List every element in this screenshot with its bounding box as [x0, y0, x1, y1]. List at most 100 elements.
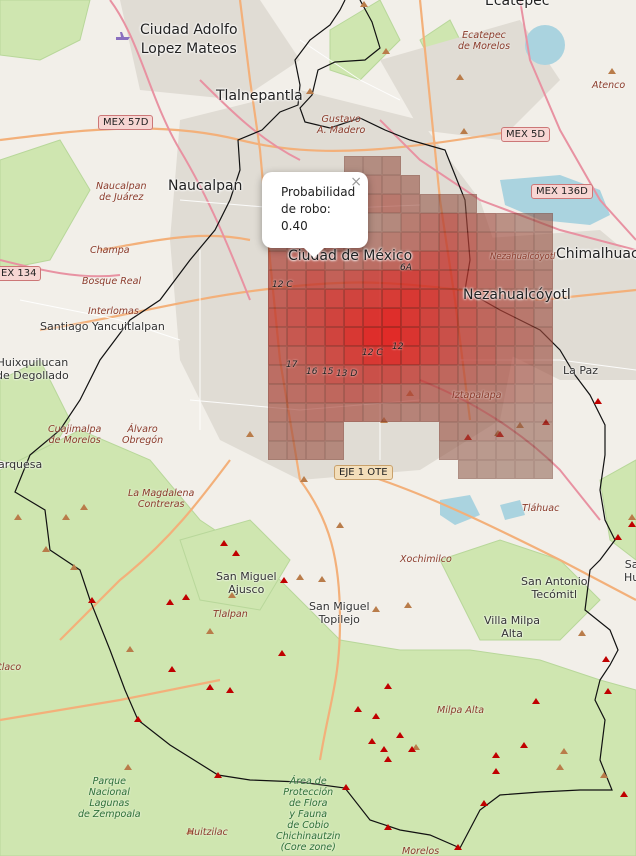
heatmap-cell[interactable]	[287, 289, 306, 308]
heatmap-cell[interactable]	[363, 270, 382, 289]
heatmap-cell[interactable]	[344, 308, 363, 327]
map-container[interactable]: Ecatepec Ciudad Adolfo Lopez Mateos Tlal…	[0, 0, 636, 856]
heatmap-cell[interactable]	[458, 460, 477, 479]
heatmap-cell[interactable]	[325, 308, 344, 327]
heatmap-cell[interactable]	[268, 270, 287, 289]
heatmap-cell[interactable]	[477, 441, 496, 460]
heatmap-cell[interactable]	[268, 403, 287, 422]
heatmap-cell[interactable]	[382, 175, 401, 194]
heatmap-cell[interactable]	[439, 232, 458, 251]
heatmap-cell[interactable]	[344, 289, 363, 308]
heatmap-cell[interactable]	[458, 289, 477, 308]
heatmap-cell[interactable]	[382, 365, 401, 384]
heatmap-cell[interactable]	[439, 403, 458, 422]
heatmap-cell[interactable]	[534, 422, 553, 441]
heatmap-cell[interactable]	[534, 327, 553, 346]
heatmap-cell[interactable]	[458, 251, 477, 270]
heatmap-cell[interactable]	[534, 460, 553, 479]
heatmap-cell[interactable]	[420, 346, 439, 365]
heatmap-cell[interactable]	[287, 270, 306, 289]
heatmap-cell[interactable]	[458, 365, 477, 384]
heatmap-cell[interactable]	[287, 403, 306, 422]
heatmap-cell[interactable]	[306, 308, 325, 327]
heatmap-cell[interactable]	[496, 213, 515, 232]
heatmap-cell[interactable]	[325, 270, 344, 289]
heatmap-cell[interactable]	[477, 403, 496, 422]
heatmap-cell[interactable]	[344, 270, 363, 289]
heatmap-cell[interactable]	[496, 327, 515, 346]
heatmap-cell[interactable]	[401, 308, 420, 327]
heatmap-cell[interactable]	[515, 441, 534, 460]
heatmap-cell[interactable]	[458, 384, 477, 403]
heatmap-cell[interactable]	[344, 251, 363, 270]
heatmap-cell[interactable]	[401, 384, 420, 403]
heatmap-cell[interactable]	[515, 346, 534, 365]
heatmap-cell[interactable]	[382, 327, 401, 346]
heatmap-cell[interactable]	[382, 232, 401, 251]
heatmap-cell[interactable]	[534, 232, 553, 251]
heatmap-cell[interactable]	[401, 270, 420, 289]
heatmap-cell[interactable]	[306, 365, 325, 384]
heatmap-cell[interactable]	[477, 365, 496, 384]
heatmap-cell[interactable]	[515, 289, 534, 308]
heatmap-cell[interactable]	[515, 213, 534, 232]
heatmap-cell[interactable]	[439, 213, 458, 232]
heatmap-cell[interactable]	[401, 251, 420, 270]
heatmap-cell[interactable]	[496, 270, 515, 289]
heatmap-cell[interactable]	[458, 270, 477, 289]
heatmap-cell[interactable]	[439, 441, 458, 460]
heatmap-cell[interactable]	[287, 365, 306, 384]
heatmap-cell[interactable]	[534, 308, 553, 327]
heatmap-cell[interactable]	[439, 327, 458, 346]
heatmap-cell[interactable]	[458, 403, 477, 422]
heatmap-cell[interactable]	[420, 194, 439, 213]
heatmap-cell[interactable]	[515, 384, 534, 403]
heatmap-cell[interactable]	[534, 365, 553, 384]
heatmap-cell[interactable]	[268, 384, 287, 403]
heatmap-cell[interactable]	[477, 346, 496, 365]
heatmap-cell[interactable]	[534, 251, 553, 270]
heatmap-cell[interactable]	[458, 346, 477, 365]
heatmap-cell[interactable]	[363, 365, 382, 384]
heatmap-cell[interactable]	[401, 346, 420, 365]
heatmap-cell[interactable]	[401, 232, 420, 251]
heatmap-cell[interactable]	[515, 422, 534, 441]
heatmap-cell[interactable]	[458, 441, 477, 460]
heatmap-cell[interactable]	[534, 289, 553, 308]
heatmap-cell[interactable]	[420, 384, 439, 403]
heatmap-cell[interactable]	[344, 384, 363, 403]
heatmap-cell[interactable]	[382, 194, 401, 213]
heatmap-cell[interactable]	[477, 384, 496, 403]
heatmap-cell[interactable]	[287, 384, 306, 403]
heatmap-cell[interactable]	[401, 213, 420, 232]
heatmap-cell[interactable]	[496, 441, 515, 460]
heatmap-cell[interactable]	[420, 365, 439, 384]
heatmap-cell[interactable]	[306, 270, 325, 289]
heatmap-cell[interactable]	[401, 327, 420, 346]
heatmap-cell[interactable]	[287, 346, 306, 365]
heatmap-cell[interactable]	[496, 422, 515, 441]
heatmap-cell[interactable]	[287, 327, 306, 346]
heatmap-cell[interactable]	[439, 251, 458, 270]
heatmap-cell[interactable]	[477, 460, 496, 479]
heatmap-cell[interactable]	[268, 308, 287, 327]
heatmap-cell[interactable]	[515, 403, 534, 422]
heatmap-cell[interactable]	[325, 384, 344, 403]
heatmap-cell[interactable]	[496, 460, 515, 479]
heatmap-cell[interactable]	[515, 270, 534, 289]
heatmap-cell[interactable]	[363, 346, 382, 365]
heatmap-cell[interactable]	[306, 422, 325, 441]
heatmap-cell[interactable]	[420, 327, 439, 346]
heatmap-cell[interactable]	[439, 346, 458, 365]
heatmap-cell[interactable]	[325, 441, 344, 460]
heatmap-cell[interactable]	[344, 327, 363, 346]
heatmap-cell[interactable]	[477, 232, 496, 251]
heatmap-cell[interactable]	[458, 422, 477, 441]
heatmap-cell[interactable]	[439, 422, 458, 441]
heatmap-cell[interactable]	[439, 270, 458, 289]
heatmap-cell[interactable]	[401, 289, 420, 308]
heatmap-cell[interactable]	[363, 251, 382, 270]
heatmap-cell[interactable]	[401, 194, 420, 213]
heatmap-cell[interactable]	[439, 308, 458, 327]
heatmap-cell[interactable]	[382, 308, 401, 327]
